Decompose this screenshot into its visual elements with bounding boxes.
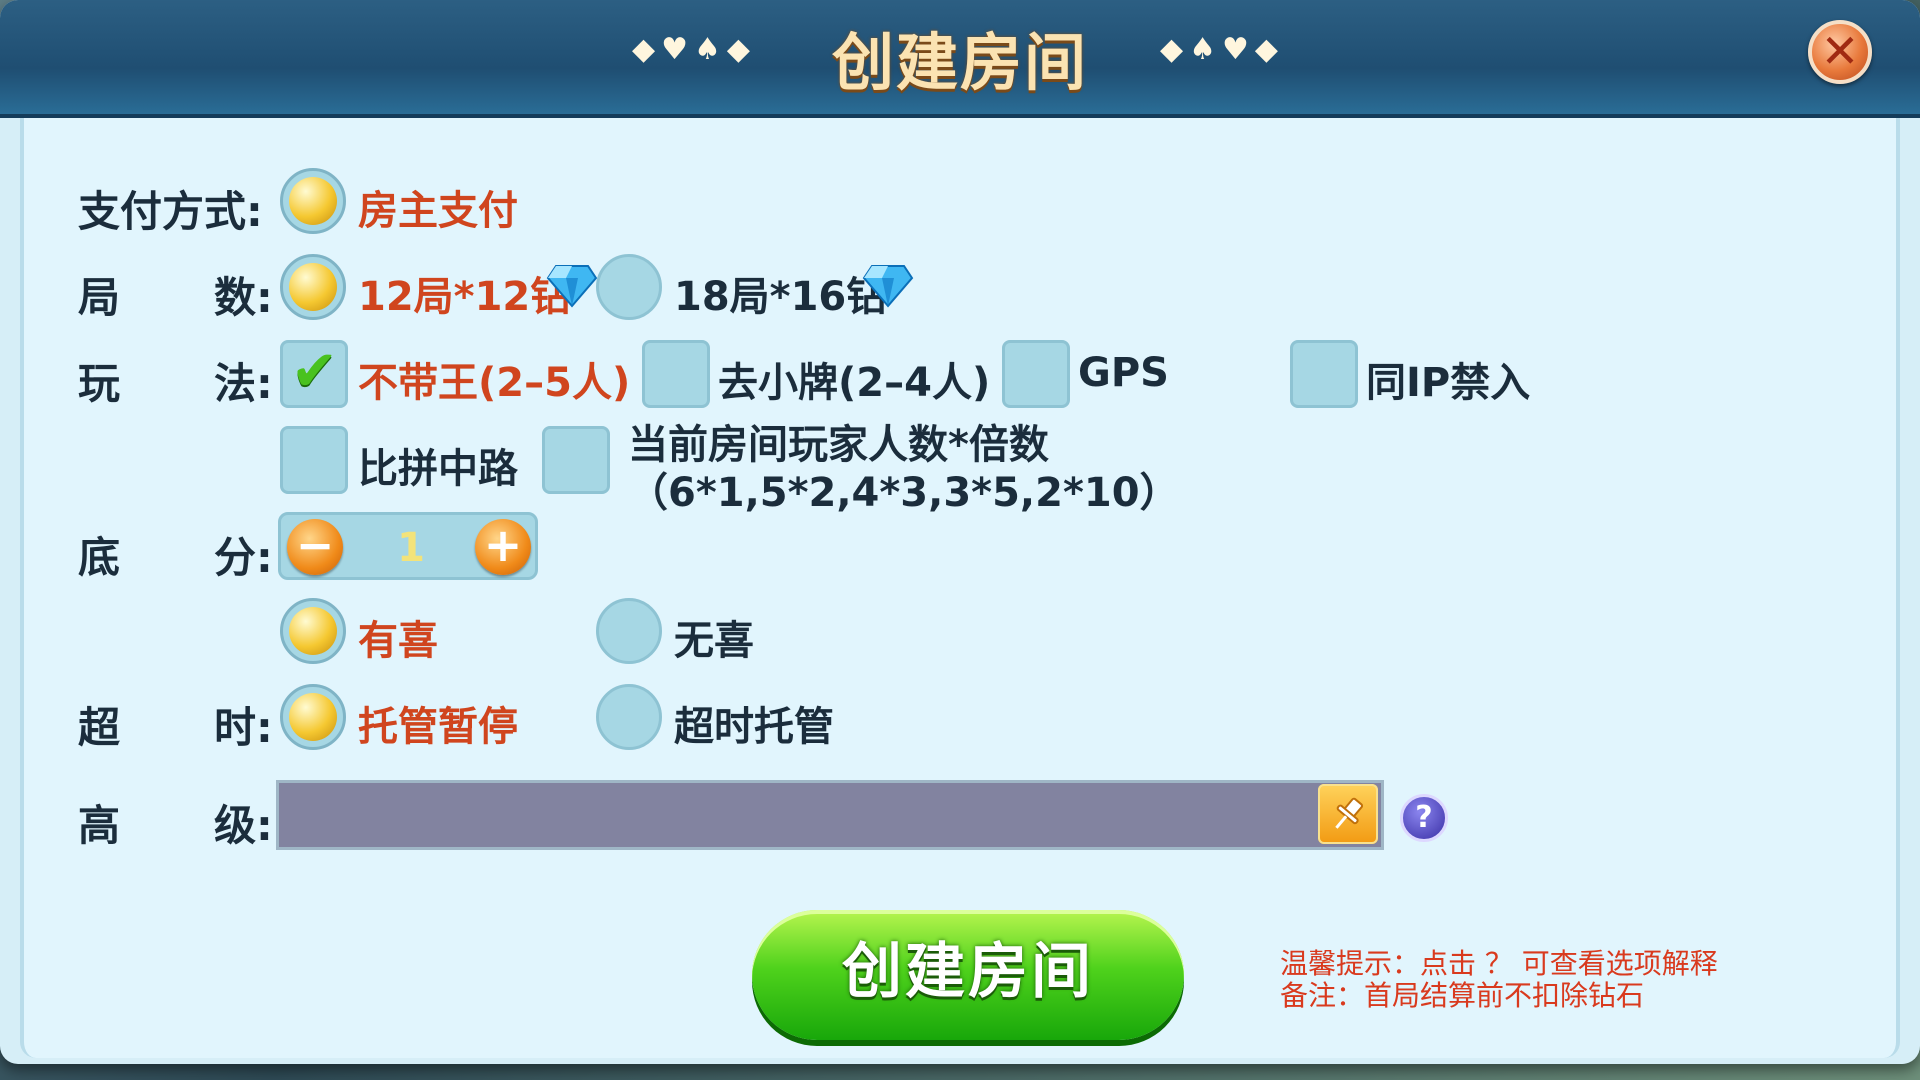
- close-button[interactable]: ✕: [1808, 20, 1872, 84]
- dialog-title: 创建房间: [831, 26, 1088, 99]
- rule-remove-small-checkbox[interactable]: [642, 340, 710, 408]
- payment-owner-label: 房主支付: [358, 188, 518, 234]
- rounds-18-label: 18局*16钻: [674, 274, 887, 320]
- rule-same-ip-label: 同IP禁入: [1366, 360, 1531, 406]
- rule-middle-compare-label: 比拼中路: [358, 446, 518, 492]
- rule-remove-small-label: 去小牌(2–4人): [718, 360, 991, 406]
- increment-button[interactable]: +: [475, 519, 531, 575]
- payment-label: 支付方式:: [78, 187, 263, 236]
- rounds-18-radio[interactable]: [596, 254, 662, 320]
- rule-no-joker-label: 不带王(2–5人): [358, 360, 631, 406]
- pin-icon: [1335, 797, 1364, 829]
- create-room-dialog: ◆♥♠◆ 创建房间 ◆♠♥◆ ✕ 支付方式: 房主支付 局数: 12局*12钻 …: [0, 0, 1920, 1064]
- timeout-auto-radio[interactable]: [596, 684, 662, 750]
- timeout-pause-label: 托管暂停: [358, 704, 518, 750]
- question-icon: ?: [1415, 800, 1433, 835]
- rule-same-ip-checkbox[interactable]: [1290, 340, 1358, 408]
- rule-middle-compare-checkbox[interactable]: [280, 426, 348, 494]
- diamond-icon: [546, 265, 598, 308]
- base-score-value: 1: [397, 525, 425, 571]
- rule-gps-label: GPS: [1078, 350, 1169, 396]
- rule-no-joker-checkbox[interactable]: ✔: [280, 339, 348, 408]
- plus-icon: +: [483, 518, 523, 572]
- xi-yes-radio[interactable]: [280, 598, 346, 664]
- xi-no-radio[interactable]: [596, 598, 662, 664]
- minus-icon: −: [295, 518, 335, 572]
- diamond-icon: [862, 265, 914, 308]
- advanced-input[interactable]: [276, 780, 1384, 850]
- note-text: 备注：首局结算前不扣除钻石: [1280, 979, 1645, 1012]
- rule-gps-checkbox[interactable]: [1002, 340, 1070, 408]
- checkmark-icon: ✔: [291, 339, 338, 404]
- rule-multiplier-detail: （6*1,5*2,4*3,3*5,2*10）: [628, 470, 1180, 516]
- rule-multiplier-checkbox[interactable]: [542, 426, 610, 494]
- xi-no-label: 无喜: [674, 618, 754, 664]
- rounds-12-label: 12局*12钻: [358, 274, 571, 320]
- payment-owner-radio[interactable]: [280, 168, 346, 234]
- pin-button[interactable]: [1318, 784, 1378, 844]
- suits-decoration-right: ◆♠♥◆: [1160, 32, 1284, 67]
- timeout-auto-label: 超时托管: [674, 704, 834, 750]
- create-room-button[interactable]: 创建房间: [752, 910, 1184, 1040]
- decrement-button[interactable]: −: [287, 519, 343, 575]
- timeout-pause-radio[interactable]: [280, 684, 346, 750]
- title-bar: ◆♥♠◆ 创建房间 ◆♠♥◆ ✕: [0, 0, 1920, 118]
- help-button[interactable]: ?: [1400, 794, 1448, 842]
- rounds-12-radio[interactable]: [280, 254, 346, 320]
- xi-yes-label: 有喜: [358, 618, 438, 664]
- base-score-stepper: − 1 +: [278, 512, 538, 580]
- close-icon: ✕: [1820, 24, 1860, 78]
